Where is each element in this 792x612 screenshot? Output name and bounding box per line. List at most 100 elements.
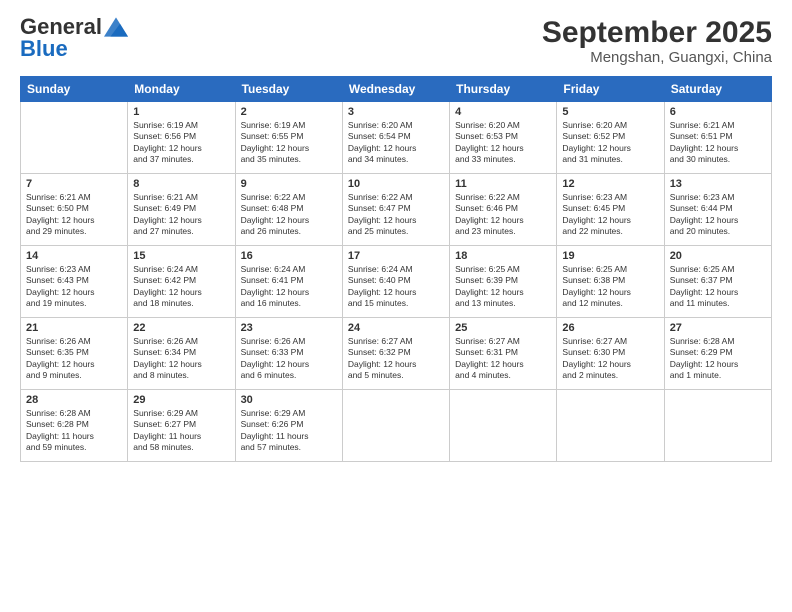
calendar-cell: 5 Sunrise: 6:20 AM Sunset: 6:52 PM Daylig…: [557, 102, 664, 174]
day-number: 6: [670, 106, 766, 118]
logo: General Blue: [20, 16, 128, 62]
calendar-cell: 21 Sunrise: 6:26 AM Sunset: 6:35 PM Dayli…: [21, 318, 128, 390]
day-info: Sunrise: 6:19 AM Sunset: 6:55 PM Dayligh…: [241, 120, 337, 166]
logo-icon: [104, 17, 128, 37]
day-info: Sunrise: 6:27 AM Sunset: 6:30 PM Dayligh…: [562, 336, 658, 382]
day-number: 24: [348, 322, 444, 334]
header-day-thursday: Thursday: [450, 77, 557, 102]
calendar-cell: 6Sunrise: 6:21 AM Sunset: 6:51 PM Daylig…: [664, 102, 771, 174]
calendar-cell: 30 Sunrise: 6:29 AM Sunset: 6:26 PM Dayli…: [235, 390, 342, 462]
day-number: 20: [670, 250, 766, 262]
day-info: Sunrise: 6:19 AM Sunset: 6:56 PM Dayligh…: [133, 120, 229, 166]
header-day-saturday: Saturday: [664, 77, 771, 102]
day-number: 3: [348, 106, 444, 118]
day-number: 17: [348, 250, 444, 262]
calendar-cell: 28 Sunrise: 6:28 AM Sunset: 6:28 PM Dayli…: [21, 390, 128, 462]
calendar-cell: 16Sunrise: 6:24 AM Sunset: 6:41 PM Dayli…: [235, 246, 342, 318]
day-number: 29: [133, 394, 229, 406]
day-number: 30: [241, 394, 337, 406]
header-day-tuesday: Tuesday: [235, 77, 342, 102]
day-number: 4: [455, 106, 551, 118]
week-row-3: 21 Sunrise: 6:26 AM Sunset: 6:35 PM Dayli…: [21, 318, 772, 390]
calendar-cell: 18 Sunrise: 6:25 AM Sunset: 6:39 PM Dayli…: [450, 246, 557, 318]
page: General Blue September 2025 Mengshan, Gu…: [0, 0, 792, 612]
day-info: Sunrise: 6:25 AM Sunset: 6:39 PM Dayligh…: [455, 264, 551, 310]
day-info: Sunrise: 6:26 AM Sunset: 6:35 PM Dayligh…: [26, 336, 122, 382]
calendar-cell: 13Sunrise: 6:23 AM Sunset: 6:44 PM Dayli…: [664, 174, 771, 246]
calendar-table: SundayMondayTuesdayWednesdayThursdayFrid…: [20, 76, 772, 462]
header: General Blue September 2025 Mengshan, Gu…: [20, 16, 772, 66]
calendar-cell: 29 Sunrise: 6:29 AM Sunset: 6:27 PM Dayli…: [128, 390, 235, 462]
day-info: Sunrise: 6:29 AM Sunset: 6:26 PM Dayligh…: [241, 408, 337, 454]
day-number: 22: [133, 322, 229, 334]
calendar-cell: 12Sunrise: 6:23 AM Sunset: 6:45 PM Dayli…: [557, 174, 664, 246]
day-info: Sunrise: 6:28 AM Sunset: 6:28 PM Dayligh…: [26, 408, 122, 454]
day-number: 1: [133, 106, 229, 118]
day-info: Sunrise: 6:21 AM Sunset: 6:50 PM Dayligh…: [26, 192, 122, 238]
calendar-cell: 26 Sunrise: 6:27 AM Sunset: 6:30 PM Dayli…: [557, 318, 664, 390]
day-number: 25: [455, 322, 551, 334]
logo-text: General: [20, 16, 128, 38]
day-info: Sunrise: 6:25 AM Sunset: 6:37 PM Dayligh…: [670, 264, 766, 310]
day-number: 18: [455, 250, 551, 262]
day-info: Sunrise: 6:26 AM Sunset: 6:34 PM Dayligh…: [133, 336, 229, 382]
calendar-cell: [557, 390, 664, 462]
day-number: 28: [26, 394, 122, 406]
calendar-cell: 11Sunrise: 6:22 AM Sunset: 6:46 PM Dayli…: [450, 174, 557, 246]
day-info: Sunrise: 6:23 AM Sunset: 6:43 PM Dayligh…: [26, 264, 122, 310]
calendar-cell: 7 Sunrise: 6:21 AM Sunset: 6:50 PM Daylig…: [21, 174, 128, 246]
day-info: Sunrise: 6:29 AM Sunset: 6:27 PM Dayligh…: [133, 408, 229, 454]
day-info: Sunrise: 6:22 AM Sunset: 6:46 PM Dayligh…: [455, 192, 551, 238]
day-number: 9: [241, 178, 337, 190]
logo-blue-text: Blue: [20, 36, 68, 61]
calendar-cell: [664, 390, 771, 462]
day-number: 12: [562, 178, 658, 190]
calendar-cell: 23Sunrise: 6:26 AM Sunset: 6:33 PM Dayli…: [235, 318, 342, 390]
day-info: Sunrise: 6:22 AM Sunset: 6:47 PM Dayligh…: [348, 192, 444, 238]
location: Mengshan, Guangxi, China: [542, 49, 772, 66]
calendar-cell: 3Sunrise: 6:20 AM Sunset: 6:54 PM Daylig…: [342, 102, 449, 174]
logo-general: General: [20, 16, 102, 38]
day-info: Sunrise: 6:20 AM Sunset: 6:52 PM Dayligh…: [562, 120, 658, 166]
calendar-cell: [21, 102, 128, 174]
day-info: Sunrise: 6:27 AM Sunset: 6:32 PM Dayligh…: [348, 336, 444, 382]
week-row-0: 1 Sunrise: 6:19 AM Sunset: 6:56 PM Daylig…: [21, 102, 772, 174]
calendar-cell: 10 Sunrise: 6:22 AM Sunset: 6:47 PM Dayli…: [342, 174, 449, 246]
day-number: 27: [670, 322, 766, 334]
calendar-cell: 4 Sunrise: 6:20 AM Sunset: 6:53 PM Daylig…: [450, 102, 557, 174]
calendar-cell: 20 Sunrise: 6:25 AM Sunset: 6:37 PM Dayli…: [664, 246, 771, 318]
header-day-sunday: Sunday: [21, 77, 128, 102]
day-info: Sunrise: 6:24 AM Sunset: 6:41 PM Dayligh…: [241, 264, 337, 310]
calendar-body: 1 Sunrise: 6:19 AM Sunset: 6:56 PM Daylig…: [21, 102, 772, 462]
day-info: Sunrise: 6:21 AM Sunset: 6:49 PM Dayligh…: [133, 192, 229, 238]
day-info: Sunrise: 6:25 AM Sunset: 6:38 PM Dayligh…: [562, 264, 658, 310]
day-number: 26: [562, 322, 658, 334]
day-number: 2: [241, 106, 337, 118]
week-row-1: 7 Sunrise: 6:21 AM Sunset: 6:50 PM Daylig…: [21, 174, 772, 246]
day-info: Sunrise: 6:22 AM Sunset: 6:48 PM Dayligh…: [241, 192, 337, 238]
day-number: 19: [562, 250, 658, 262]
day-number: 8: [133, 178, 229, 190]
calendar-cell: [342, 390, 449, 462]
week-row-2: 14Sunrise: 6:23 AM Sunset: 6:43 PM Dayli…: [21, 246, 772, 318]
day-number: 15: [133, 250, 229, 262]
day-number: 21: [26, 322, 122, 334]
title-block: September 2025 Mengshan, Guangxi, China: [542, 16, 772, 66]
day-info: Sunrise: 6:26 AM Sunset: 6:33 PM Dayligh…: [241, 336, 337, 382]
day-info: Sunrise: 6:27 AM Sunset: 6:31 PM Dayligh…: [455, 336, 551, 382]
day-number: 7: [26, 178, 122, 190]
day-info: Sunrise: 6:24 AM Sunset: 6:40 PM Dayligh…: [348, 264, 444, 310]
calendar-cell: 8 Sunrise: 6:21 AM Sunset: 6:49 PM Daylig…: [128, 174, 235, 246]
calendar-cell: 22 Sunrise: 6:26 AM Sunset: 6:34 PM Dayli…: [128, 318, 235, 390]
day-info: Sunrise: 6:24 AM Sunset: 6:42 PM Dayligh…: [133, 264, 229, 310]
day-number: 5: [562, 106, 658, 118]
month-title: September 2025: [542, 16, 772, 49]
calendar-cell: 14Sunrise: 6:23 AM Sunset: 6:43 PM Dayli…: [21, 246, 128, 318]
calendar-cell: 2 Sunrise: 6:19 AM Sunset: 6:55 PM Daylig…: [235, 102, 342, 174]
day-number: 10: [348, 178, 444, 190]
header-day-wednesday: Wednesday: [342, 77, 449, 102]
day-info: Sunrise: 6:28 AM Sunset: 6:29 PM Dayligh…: [670, 336, 766, 382]
day-info: Sunrise: 6:20 AM Sunset: 6:53 PM Dayligh…: [455, 120, 551, 166]
week-row-4: 28 Sunrise: 6:28 AM Sunset: 6:28 PM Dayli…: [21, 390, 772, 462]
calendar-header: SundayMondayTuesdayWednesdayThursdayFrid…: [21, 77, 772, 102]
